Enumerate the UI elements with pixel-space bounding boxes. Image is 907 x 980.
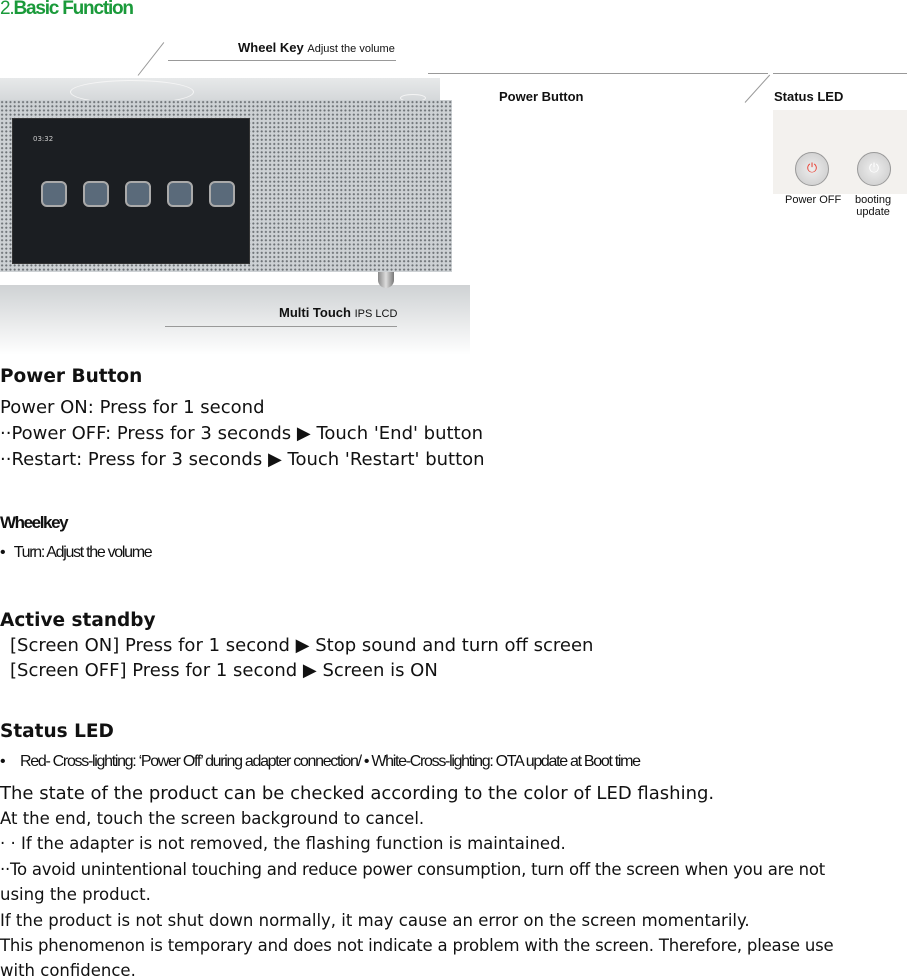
app-icon [125,181,151,207]
callout-line [165,326,397,327]
text-line: This phenomenon is temporary and does no… [0,936,834,955]
text-line: using the product. [0,885,151,904]
multi-touch-label: Multi Touch IPS LCD [279,305,398,320]
callout-line [137,42,165,76]
app-icon [209,181,235,207]
wheel-key-item: • Turn: Adjust the volume [0,544,153,561]
power-off-line: ··Power OFF: Press for 3 seconds ▶ Touch… [0,423,484,444]
text-line: If the product is not shut down normally… [0,911,750,930]
product-shadow [0,285,470,355]
text-line: · · If the adapter is not removed, the f… [0,834,566,853]
text-line: ··To avoid unintentional touching and re… [0,860,825,879]
text-line: At the end, touch the screen background … [0,809,425,828]
power-button-section: Power Button [0,366,142,387]
wheel-key-label: Wheel Key Adjust the volume [238,40,395,55]
power-on-line: Power ON: Press for 1 second [0,397,265,418]
led-power-off: ⏻ [795,152,829,186]
section-title: 2.Basic Function [0,0,134,19]
restart-line: ··Restart: Press for 3 seconds ▶ Touch '… [0,449,485,470]
active-standby-heading: Active standby [0,610,156,631]
app-icons [41,181,235,207]
power-button-heading: Power Button [0,366,143,387]
screen-on-line: [Screen ON] Press for 1 second ▶ Stop so… [10,635,594,656]
power-icon: ⏻ [806,161,818,176]
power-button-label: Power Button [499,89,584,104]
callout-line [773,73,907,74]
power-icon: ⏻ [868,161,880,176]
app-icon [167,181,193,207]
callout-line [168,60,396,61]
product-top [0,78,440,100]
screen-off-line: [Screen OFF] Press for 1 second ▶ Screen… [10,660,438,681]
status-led-panel: ⏻ ⏻ Power OFF booting update [773,110,907,218]
product-figure: 03:32 Wheel Key Adjust the volume Power … [0,30,907,355]
product-foot [378,272,394,288]
wheel-key-heading: Wheelkey [0,513,69,532]
touch-screen: 03:32 [12,118,250,264]
callout-line [428,73,768,74]
app-icon [41,181,67,207]
status-led-heading: Status LED [0,721,114,742]
status-led-label: Status LED [774,89,844,104]
led-booting: ⏻ [857,152,891,186]
text-line: with confidence. [0,961,136,980]
status-led-item: • Red- Cross-lighting: ‘Power Off’ durin… [0,753,641,770]
clock-icon [83,181,109,207]
callout-line [744,74,771,103]
text-line: The state of the product can be checked … [0,783,715,804]
